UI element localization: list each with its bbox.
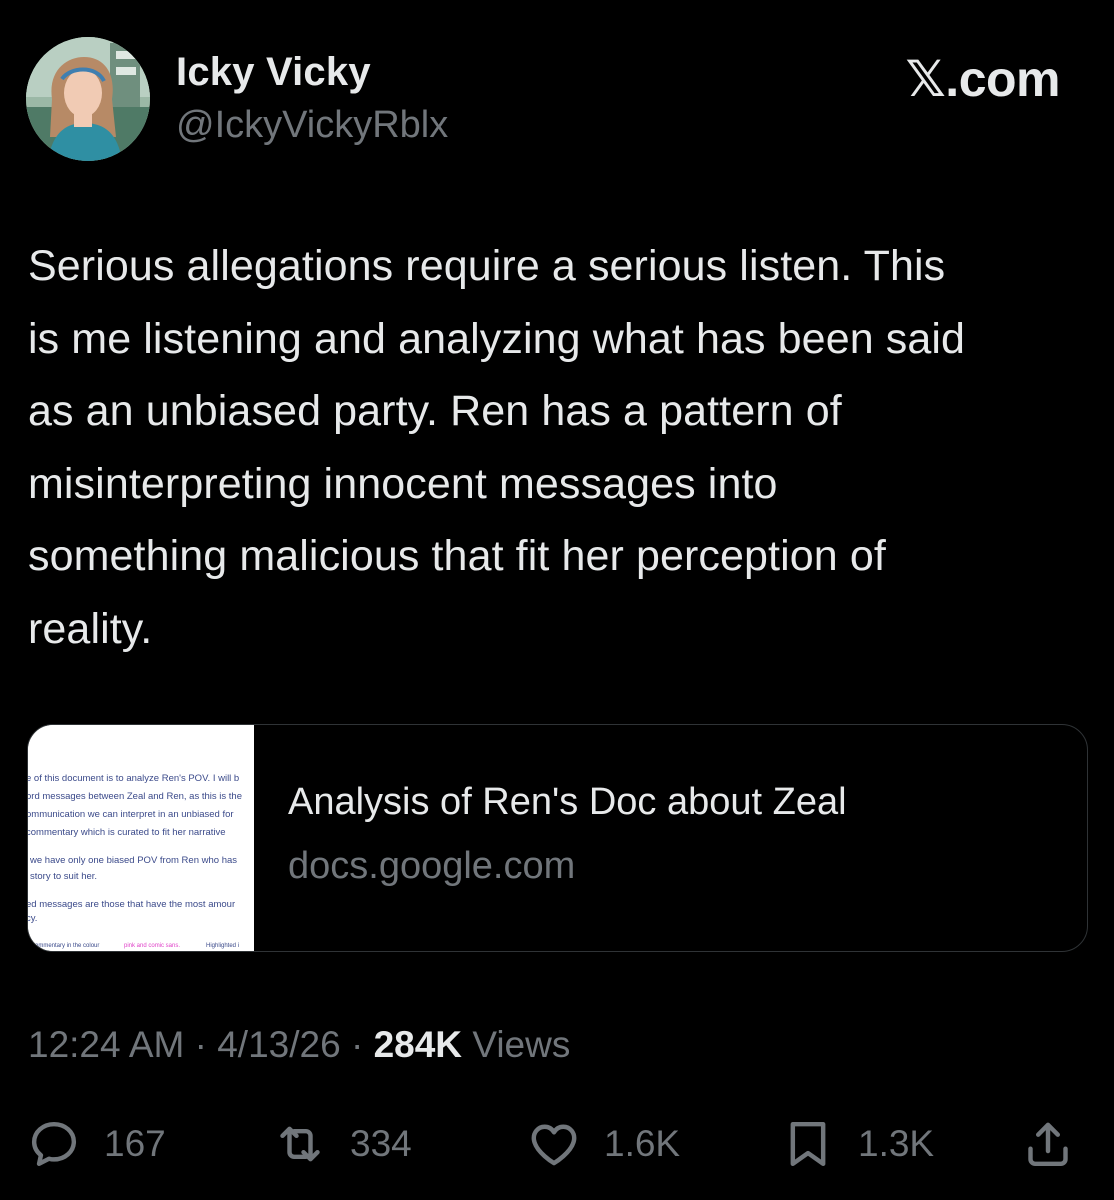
repost-icon	[280, 1126, 320, 1162]
tweet-screenshot: Icky Vicky @IckyVickyRblx 𝕏.com Serious …	[0, 0, 1114, 1200]
thumb-line: ed messages are those that have the most…	[28, 899, 235, 910]
like-button[interactable]: 1.6K	[526, 1112, 680, 1176]
thumb-line: commentary in the colour	[32, 943, 99, 949]
reply-count: 167	[104, 1123, 166, 1164]
thumb-line: commentary which is curated to fit her n…	[28, 827, 226, 838]
tweet-text-line: as an unbiased party. Ren has a pattern …	[28, 387, 842, 435]
heart-icon	[531, 1124, 577, 1166]
tweet-text-line: is me listening and analyzing what has b…	[28, 314, 966, 363]
meta-separator: ·	[194, 1024, 207, 1065]
thumb-line: Highlighted i	[206, 943, 239, 949]
views-label: Views	[472, 1024, 571, 1065]
meta-separator: ·	[350, 1024, 364, 1065]
repost-count: 334	[350, 1123, 412, 1164]
author-avatar[interactable]	[26, 37, 150, 161]
thumb-line: ommunication we can interpret in an unbi…	[28, 809, 234, 820]
views-count: 284K	[373, 1024, 463, 1065]
bookmark-button[interactable]: 1.3K	[780, 1112, 934, 1176]
bookmark-icon	[790, 1121, 826, 1167]
tweet-text-line: reality.	[28, 604, 153, 653]
thumb-line: ord messages between Zeal and Ren, as th…	[28, 791, 242, 802]
thumb-line: pink and comic sans.	[124, 943, 180, 949]
reply-button[interactable]: 167	[26, 1112, 166, 1176]
share-icon	[1028, 1122, 1068, 1167]
thumb-line: we have only one biased POV from Ren who…	[29, 855, 237, 866]
tweet-meta: 12:24 AM · 4/13/26 · 284K Views	[28, 1024, 570, 1066]
tweet-time[interactable]: 12:24 AM	[28, 1024, 184, 1065]
thumb-line: story to suit her.	[30, 871, 97, 882]
thumb-line: e of this document is to analyze Ren's P…	[28, 773, 239, 784]
tweet-text: Serious allegations require a serious li…	[28, 230, 1088, 665]
link-card-domain: docs.google.com	[288, 845, 576, 887]
document-preview-image: e of this document is to analyze Ren's P…	[28, 725, 254, 951]
tweet-text-line: misinterpreting innocent messages into	[28, 459, 778, 508]
link-card-title[interactable]: Analysis of Ren's Doc about Zeal	[288, 781, 847, 824]
link-card[interactable]: e of this document is to analyze Ren's P…	[27, 724, 1088, 952]
tweet-text-line: something malicious that fit her percept…	[28, 532, 886, 580]
avatar-photo	[26, 37, 150, 161]
tweet-action-bar: 167 334 1.6K 1.3K	[0, 1112, 1114, 1176]
reply-icon	[31, 1121, 77, 1167]
repost-button[interactable]: 334	[272, 1112, 412, 1176]
share-button[interactable]	[1020, 1112, 1076, 1176]
like-count: 1.6K	[604, 1123, 681, 1164]
bookmark-count: 1.3K	[858, 1123, 935, 1164]
x-logo: 𝕏.com	[905, 51, 1061, 107]
link-card-thumbnail: e of this document is to analyze Ren's P…	[28, 725, 254, 951]
tweet-text-line: Serious allegations require a serious li…	[28, 242, 946, 290]
thumb-line: cy.	[28, 913, 37, 924]
author-handle[interactable]: @IckyVickyRblx	[176, 104, 448, 147]
tweet-date[interactable]: 4/13/26	[217, 1024, 340, 1065]
author-display-name[interactable]: Icky Vicky	[176, 50, 371, 95]
